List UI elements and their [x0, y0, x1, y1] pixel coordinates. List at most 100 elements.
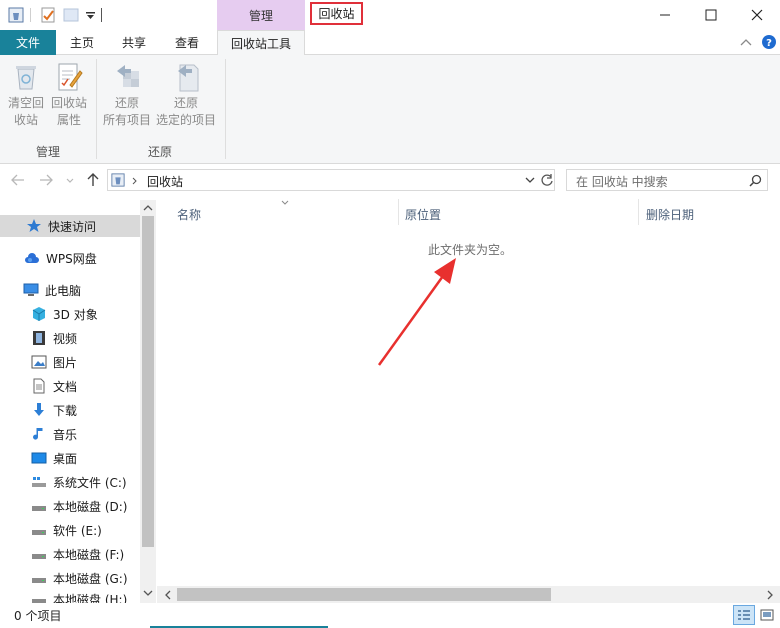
nav-item-pictures[interactable]: 图片 [0, 351, 140, 373]
restore-selected-icon [178, 64, 199, 92]
nav-item-desktop[interactable]: 桌面 [0, 447, 140, 469]
svg-text:?: ? [766, 38, 772, 49]
forward-arrow-icon[interactable] [39, 174, 53, 186]
nav-label: 视频 [53, 331, 78, 346]
search-box[interactable]: 在 回收站 中搜索 [566, 169, 768, 191]
maximize-button[interactable] [688, 0, 734, 30]
recycle-bin-properties-button[interactable]: 回收站 属性 [48, 61, 90, 129]
properties-icon[interactable] [40, 7, 56, 23]
context-tab-label: 管理 [248, 8, 273, 23]
breadcrumb-chevron-icon[interactable] [132, 177, 138, 185]
restore-selected-line2: 选定的项目 [155, 113, 216, 127]
empty-bin-line2: 收站 [13, 113, 38, 127]
nav-label: 此电脑 [45, 283, 82, 298]
status-bar: 0 个项目 [0, 603, 780, 628]
column-location-label: 原位置 [405, 207, 442, 222]
help-icon[interactable]: ? [762, 35, 776, 49]
nav-item-music[interactable]: 音乐 [0, 423, 140, 445]
address-dropdown-icon[interactable] [525, 177, 535, 184]
divider [30, 8, 31, 22]
column-separator[interactable] [398, 199, 399, 225]
column-header-name[interactable]: 名称 [177, 203, 201, 225]
column-separator[interactable] [638, 199, 639, 225]
sidebar-scrollbar-thumb[interactable] [142, 216, 154, 547]
collapse-ribbon-icon[interactable] [740, 37, 752, 47]
tab-view-label: 查看 [174, 36, 199, 50]
nav-item-documents[interactable]: 文档 [0, 375, 140, 397]
bin-props-line1: 回收站 [50, 96, 87, 110]
divider [101, 8, 102, 22]
nav-label: 快速访问 [48, 219, 97, 234]
minimize-button[interactable] [642, 0, 688, 30]
hard-drive-icon [32, 578, 46, 583]
nav-item-drive-e[interactable]: 软件 (E:) [0, 519, 140, 541]
hard-drive-icon [32, 599, 46, 603]
tab-recycle-bin-tools[interactable]: 回收站工具 [217, 30, 305, 56]
tab-file[interactable]: 文件 [0, 30, 56, 55]
nav-label: 音乐 [53, 427, 78, 442]
address-path[interactable]: 回收站 [147, 173, 183, 190]
details-view-button[interactable] [733, 605, 755, 625]
tab-view[interactable]: 查看 [163, 30, 211, 55]
hard-drive-icon [32, 554, 46, 559]
search-icon[interactable] [749, 174, 762, 187]
scroll-right-icon[interactable] [767, 590, 774, 600]
ribbon-group-separator [225, 59, 226, 159]
annotation-arrow [377, 258, 456, 366]
scroll-left-icon[interactable] [164, 590, 171, 600]
nav-label: 本地磁盘 (G:) [53, 571, 128, 586]
restore-selected-items-button[interactable]: 还原 选定的项目 [154, 61, 218, 129]
nav-item-drive-g[interactable]: 本地磁盘 (G:) [0, 567, 140, 589]
recycle-bin-small-icon[interactable] [8, 7, 24, 23]
customize-toolbar-icon[interactable] [83, 7, 99, 23]
navigation-pane: 快速访问 WPS网盘 此电脑 3D 对象 视频 图片 文档 下载 音乐 桌面 系… [0, 199, 156, 603]
star-icon [27, 219, 41, 232]
music-note-icon [33, 428, 43, 440]
large-icons-view-icon [760, 609, 774, 621]
hard-drive-icon [32, 506, 46, 511]
sort-chevron-icon [281, 200, 289, 205]
scroll-up-icon[interactable] [143, 204, 153, 211]
nav-label: 本地磁盘 (F:) [53, 547, 125, 562]
file-explorer-window: 管理 回收站 文件 主页 共享 查看 回收站工具 ? 清空回 收站 回收站 属性… [0, 0, 780, 628]
picture-icon [31, 355, 47, 369]
film-icon [33, 331, 45, 345]
recent-locations-chevron-icon[interactable] [66, 178, 74, 184]
restore-all-items-button[interactable]: 还原 所有项目 [100, 61, 154, 129]
refresh-icon[interactable] [540, 173, 554, 187]
window-title-text: 回收站 [318, 7, 355, 21]
address-bar[interactable]: 回收站 [107, 169, 555, 191]
nav-item-wps-cloud[interactable]: WPS网盘 [0, 247, 140, 269]
column-header-date-deleted[interactable]: 删除日期 [646, 203, 694, 225]
desktop-icon [31, 452, 47, 464]
nav-item-drive-c[interactable]: 系统文件 (C:) [0, 471, 140, 493]
close-button[interactable] [734, 0, 780, 30]
new-folder-icon[interactable] [63, 7, 79, 23]
nav-item-this-pc[interactable]: 此电脑 [0, 279, 140, 301]
column-header-original-location[interactable]: 原位置 [405, 203, 441, 225]
nav-item-3d-objects[interactable]: 3D 对象 [0, 303, 140, 325]
nav-item-quick-access[interactable]: 快速访问 [0, 215, 140, 237]
tab-file-label: 文件 [15, 36, 40, 50]
nav-item-drive-d[interactable]: 本地磁盘 (D:) [0, 495, 140, 517]
context-tab-group-manage: 管理 [217, 0, 305, 30]
nav-item-videos[interactable]: 视频 [0, 327, 140, 349]
nav-item-drive-f[interactable]: 本地磁盘 (F:) [0, 543, 140, 565]
tab-home[interactable]: 主页 [58, 30, 106, 55]
large-icons-view-button[interactable] [757, 605, 777, 625]
nav-item-downloads[interactable]: 下载 [0, 399, 140, 421]
details-view-icon [738, 610, 750, 620]
empty-recycle-bin-button[interactable]: 清空回 收站 [4, 61, 48, 129]
column-date-label: 删除日期 [646, 207, 695, 222]
scroll-down-icon[interactable] [143, 590, 153, 597]
nav-label: 软件 (E:) [53, 523, 102, 538]
group-label-manage: 管理 [36, 145, 61, 159]
recycle-bin-icon [16, 66, 36, 90]
nav-label: WPS网盘 [46, 251, 97, 266]
nav-item-drive-h[interactable]: 本地磁盘 (H:) [0, 591, 140, 603]
back-arrow-icon[interactable] [11, 174, 25, 186]
tab-share[interactable]: 共享 [110, 30, 158, 55]
ribbon-panel: 清空回 收站 回收站 属性 还原 所有项目 还原 选定的项目 管理 还原 [0, 55, 780, 164]
horizontal-scrollbar-thumb[interactable] [177, 588, 551, 601]
up-arrow-icon[interactable] [86, 172, 100, 187]
